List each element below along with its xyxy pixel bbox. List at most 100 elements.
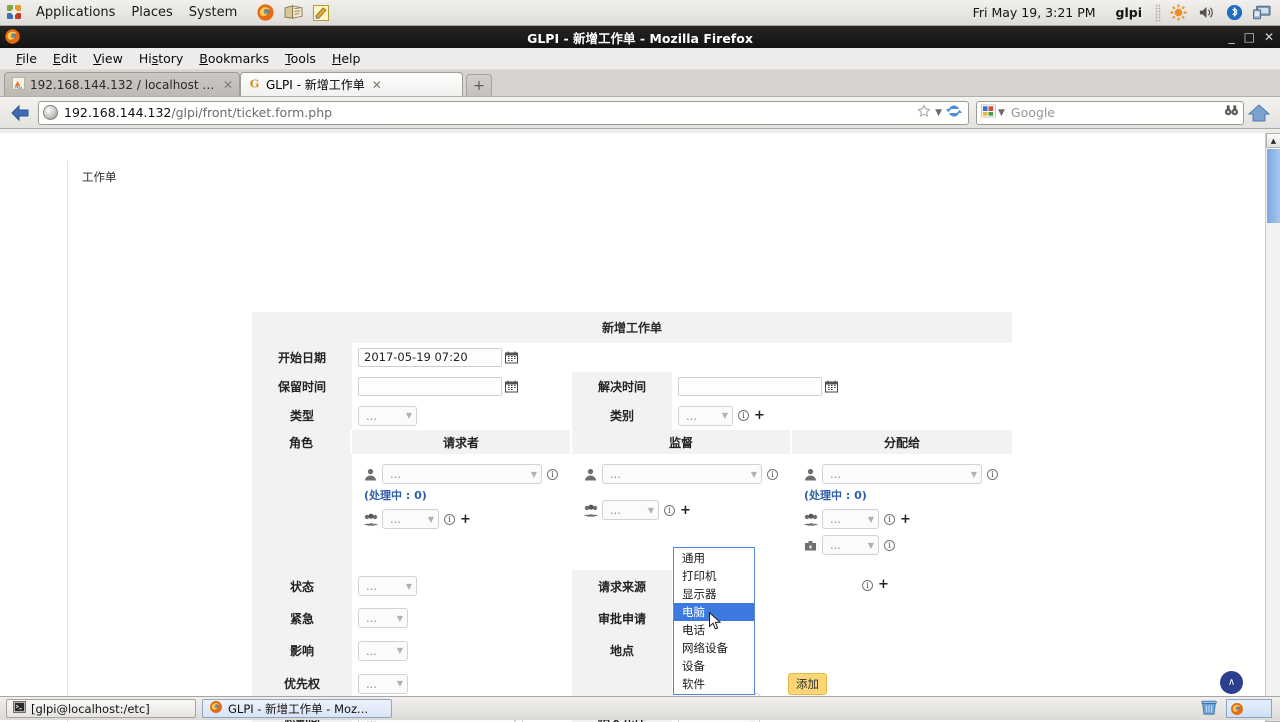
scroll-to-top-button[interactable]: ∧	[1220, 671, 1243, 694]
group-icon	[804, 513, 818, 526]
info-icon[interactable]: i	[884, 540, 895, 551]
trash-icon[interactable]	[1200, 698, 1218, 719]
watcher-group-select[interactable]: ...▼	[602, 500, 659, 520]
hold-time-input[interactable]	[358, 377, 502, 396]
dropdown-option[interactable]: 显示器	[674, 585, 754, 603]
browser-tab-glpi[interactable]: G GLPI - 新增工作单 ✕	[240, 72, 463, 96]
info-icon[interactable]: i	[738, 410, 749, 421]
watcher-user-select[interactable]: ...▼	[602, 464, 762, 484]
mouse-cursor	[709, 612, 721, 631]
info-icon[interactable]: i	[884, 514, 895, 525]
priority-select[interactable]: ...▼	[358, 674, 408, 694]
scrollbar-track[interactable]	[1266, 149, 1280, 706]
menu-history[interactable]: History	[131, 50, 191, 67]
info-icon[interactable]: i	[664, 505, 675, 516]
calendar-icon[interactable]	[505, 380, 518, 393]
dropdown-option[interactable]: 打印机	[674, 567, 754, 585]
taskbar-item-terminal[interactable]: [glpi@localhost:/etc]	[6, 699, 196, 718]
chevron-down-icon[interactable]: ▼	[998, 108, 1005, 118]
supplier-select[interactable]: ...▼	[822, 535, 879, 555]
info-icon[interactable]: i	[444, 514, 455, 525]
start-date-input[interactable]: 2017-05-19 07:20	[358, 348, 502, 367]
firefox-window: GLPI - 新增工作单 - Mozilla Firefox _ □ ✕ Fil…	[0, 26, 1280, 696]
menu-tools[interactable]: Tools	[277, 50, 324, 67]
help-launcher-icon[interactable]	[281, 2, 305, 24]
urgency-select[interactable]: ...▼	[358, 608, 408, 628]
search-engine-icon[interactable]	[981, 104, 996, 121]
browser-tab-title: 192.168.144.132 / localhost /...	[30, 78, 216, 92]
dropdown-option[interactable]: 软件	[674, 675, 754, 693]
menu-places[interactable]: Places	[123, 2, 180, 24]
add-category-icon[interactable]: +	[754, 408, 765, 423]
location-label: 地点	[572, 634, 672, 667]
role-cell-requester: ...▼ i (处理中 : 0)	[352, 454, 572, 570]
browser-tab-phpmyadmin[interactable]: PMA 192.168.144.132 / localhost /... ✕	[4, 72, 240, 96]
menu-system[interactable]: System	[181, 2, 245, 24]
bookmark-star-icon[interactable]	[917, 104, 931, 121]
tray-firefox-window[interactable]	[1226, 699, 1272, 718]
menu-bookmarks[interactable]: Bookmarks	[191, 50, 277, 67]
glpi-page: 工作单 新增工作单 开始日期 2017-05-19 07:20	[0, 133, 1265, 722]
close-icon[interactable]: ✕	[223, 78, 233, 92]
firefox-launcher-icon[interactable]	[253, 2, 277, 24]
window-minimize-button[interactable]: _	[1229, 31, 1235, 43]
new-tab-button[interactable]: +	[466, 74, 492, 96]
requester-user-select[interactable]: ...▼	[382, 464, 542, 484]
add-related-item-button[interactable]: 添加	[788, 673, 827, 695]
taskbar-item-firefox[interactable]: GLPI - 新增工作单 - Moz...	[202, 699, 392, 718]
calendar-icon[interactable]	[825, 380, 838, 393]
scroll-up-arrow-icon[interactable]: ▲	[1266, 133, 1280, 148]
dropdown-option[interactable]: 设备	[674, 657, 754, 675]
status-select[interactable]: ...▼	[358, 576, 417, 596]
menu-view[interactable]: View	[85, 50, 131, 67]
display-icon[interactable]	[1250, 2, 1274, 24]
add-requester-group-icon[interactable]: +	[460, 512, 471, 527]
dropdown-option[interactable]: 网络设备	[674, 639, 754, 657]
calendar-icon[interactable]	[505, 351, 518, 364]
text-editor-launcher-icon[interactable]	[309, 2, 333, 24]
scrollbar-thumb[interactable]	[1267, 149, 1280, 223]
home-icon[interactable]	[1244, 103, 1274, 123]
window-maximize-button[interactable]: □	[1244, 31, 1255, 43]
bluetooth-icon[interactable]	[1222, 2, 1246, 24]
menu-applications[interactable]: Applications	[28, 2, 123, 24]
volume-icon[interactable]	[1194, 2, 1218, 24]
add-assigned-group-icon[interactable]: +	[900, 512, 911, 527]
requester-group-select[interactable]: ...▼	[382, 509, 439, 529]
url-host: 192.168.144.132	[64, 105, 171, 120]
find-icon[interactable]	[1224, 104, 1239, 121]
request-source-label: 请求来源	[572, 570, 672, 602]
close-icon[interactable]: ✕	[372, 78, 382, 92]
url-path: /glpi/front/ticket.form.php	[171, 105, 332, 120]
window-close-button[interactable]: ✕	[1264, 31, 1274, 43]
assigned-user-select[interactable]: ...▼	[822, 464, 982, 484]
type-select[interactable]: ...▼	[358, 406, 417, 426]
brightness-icon[interactable]	[1166, 2, 1190, 24]
menu-file[interactable]: File	[8, 50, 45, 67]
resolve-time-input[interactable]	[678, 377, 822, 396]
panel-username[interactable]: glpi	[1106, 5, 1152, 20]
page-scrollbar[interactable]: ▲ ▼	[1265, 133, 1280, 722]
search-bar[interactable]: ▼ Google	[976, 101, 1244, 125]
menu-edit[interactable]: Edit	[45, 50, 85, 67]
back-icon[interactable]	[6, 100, 34, 126]
reload-icon[interactable]	[946, 103, 962, 122]
search-input[interactable]: Google	[1011, 105, 1055, 120]
panel-clock[interactable]: Fri May 19, 3:21 PM	[963, 5, 1106, 20]
firefox-icon	[209, 700, 223, 717]
supplier-icon	[804, 539, 818, 552]
category-select[interactable]: ...▼	[678, 406, 733, 426]
url-bar[interactable]: 192.168.144.132/glpi/front/ticket.form.p…	[38, 101, 969, 125]
category-label: 类别	[572, 401, 672, 430]
menu-help[interactable]: Help	[324, 50, 369, 67]
info-icon[interactable]: i	[987, 469, 998, 480]
add-watcher-group-icon[interactable]: +	[680, 503, 691, 518]
chevron-down-icon[interactable]: ▼	[935, 108, 942, 118]
dropdown-option[interactable]: 通用	[674, 549, 754, 567]
info-icon[interactable]: i	[547, 469, 558, 480]
impact-select[interactable]: ...▼	[358, 641, 408, 661]
info-icon[interactable]: i	[767, 469, 778, 480]
request-source-info-icon[interactable]: i+	[857, 577, 889, 592]
assigned-group-select[interactable]: ...▼	[822, 509, 879, 529]
ticket-form: 新增工作单 开始日期 2017-05-19 07:20	[252, 312, 1012, 722]
